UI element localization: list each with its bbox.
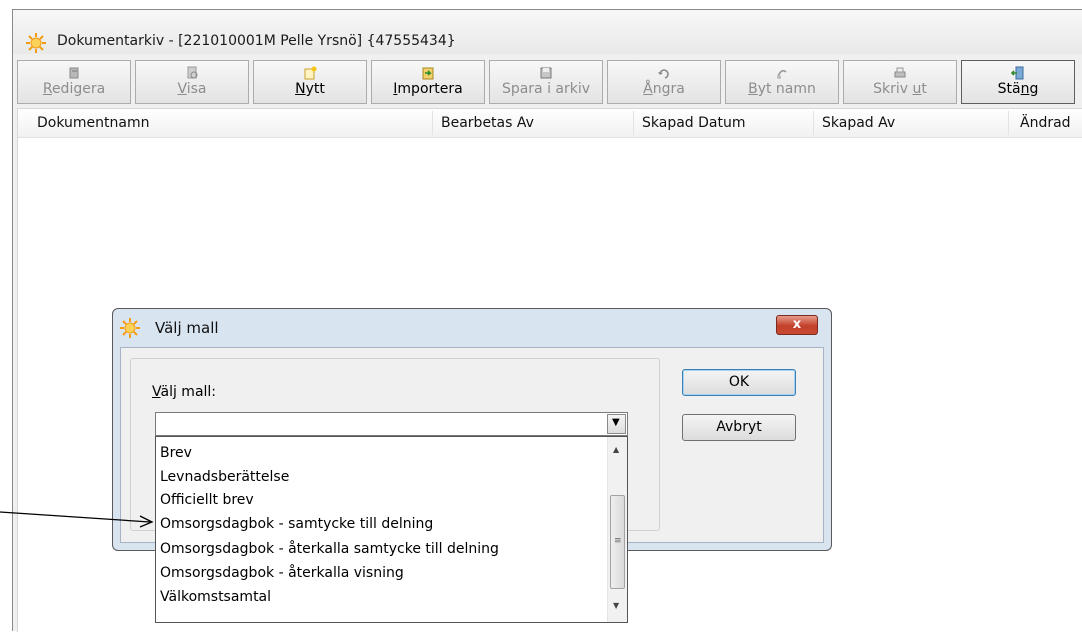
- chevron-down-icon: ▼: [612, 417, 620, 428]
- edit-button-label: Redigera: [42, 81, 106, 97]
- column-header-modified[interactable]: Ändrad: [1020, 115, 1071, 131]
- list-item[interactable]: Omsorgsdagbok - återkalla visning: [160, 561, 404, 585]
- rename-button[interactable]: Byt namn: [725, 60, 839, 104]
- list-item[interactable]: Levnadsberättelse: [160, 465, 289, 489]
- list-item[interactable]: Omsorgsdagbok - samtycke till delning: [160, 512, 433, 536]
- scrollbar-thumb[interactable]: ≡: [610, 495, 625, 589]
- cancel-button[interactable]: Avbryt: [682, 414, 796, 441]
- sun-app-icon: [25, 32, 47, 58]
- scroll-down-icon[interactable]: ▼: [613, 601, 619, 610]
- print-button[interactable]: Skriv ut: [843, 60, 957, 104]
- list-item[interactable]: Välkomstsamtal: [160, 585, 271, 609]
- new-button[interactable]: Nytt: [253, 60, 367, 104]
- view-button[interactable]: Visa: [135, 60, 249, 104]
- column-header-document-name[interactable]: Dokumentnamn: [37, 115, 149, 131]
- edit-button[interactable]: Redigera: [17, 60, 131, 104]
- close-button-label: Stäng: [997, 81, 1039, 97]
- print-button-label: Skriv ut: [873, 81, 927, 97]
- save-to-archive-button-label: Spara i arkiv: [501, 81, 591, 97]
- window-titlebar: Dokumentarkiv - [221010001M Pelle Yrsnö]…: [13, 10, 1082, 54]
- sun-app-icon: [119, 317, 141, 343]
- window-title: Dokumentarkiv - [221010001M Pelle Yrsnö]…: [57, 33, 456, 49]
- scroll-up-icon[interactable]: ▲: [613, 445, 619, 454]
- dialog-close-button[interactable]: x: [776, 315, 818, 335]
- undo-button-label: Ångra: [643, 81, 685, 97]
- import-button-label: Importera: [393, 81, 463, 97]
- list-item[interactable]: Brev: [160, 441, 192, 465]
- template-combobox[interactable]: ▼: [155, 412, 628, 436]
- list-item[interactable]: Omsorgsdagbok - återkalla samtycke till …: [160, 537, 499, 561]
- rename-button-label: Byt namn: [748, 81, 816, 97]
- column-header-processed-by[interactable]: Bearbetas Av: [441, 115, 534, 131]
- dropdown-scrollbar[interactable]: ▲ ≡ ▼: [607, 437, 627, 622]
- view-button-label: Visa: [177, 81, 207, 97]
- import-button[interactable]: Importera: [371, 60, 485, 104]
- close-button[interactable]: Stäng: [961, 60, 1075, 104]
- list-item[interactable]: Officiellt brev: [160, 488, 254, 512]
- column-header-created-date[interactable]: Skapad Datum: [642, 115, 746, 131]
- undo-button[interactable]: Ångra: [607, 60, 721, 104]
- new-button-label: Nytt: [295, 81, 325, 97]
- list-header: Dokumentnamn Bearbetas Av Skapad Datum S…: [18, 109, 1082, 138]
- save-to-archive-button[interactable]: Spara i arkiv: [489, 60, 603, 104]
- ok-button[interactable]: OK: [682, 369, 796, 396]
- template-dropdown-list[interactable]: Brev Levnadsberättelse Officiellt brev O…: [155, 436, 628, 623]
- column-divider[interactable]: [633, 111, 634, 135]
- column-divider[interactable]: [813, 111, 814, 135]
- combobox-dropdown-button[interactable]: ▼: [607, 414, 626, 434]
- annotation-arrow-icon: [0, 511, 154, 528]
- close-icon: x: [792, 317, 802, 332]
- template-field-label: Välj mall:: [152, 384, 217, 400]
- column-header-created-by[interactable]: Skapad Av: [822, 115, 895, 131]
- column-divider[interactable]: [432, 111, 433, 135]
- dialog-title: Välj mall: [155, 319, 219, 337]
- grip-icon: ≡: [614, 536, 622, 546]
- column-divider[interactable]: [1008, 111, 1009, 135]
